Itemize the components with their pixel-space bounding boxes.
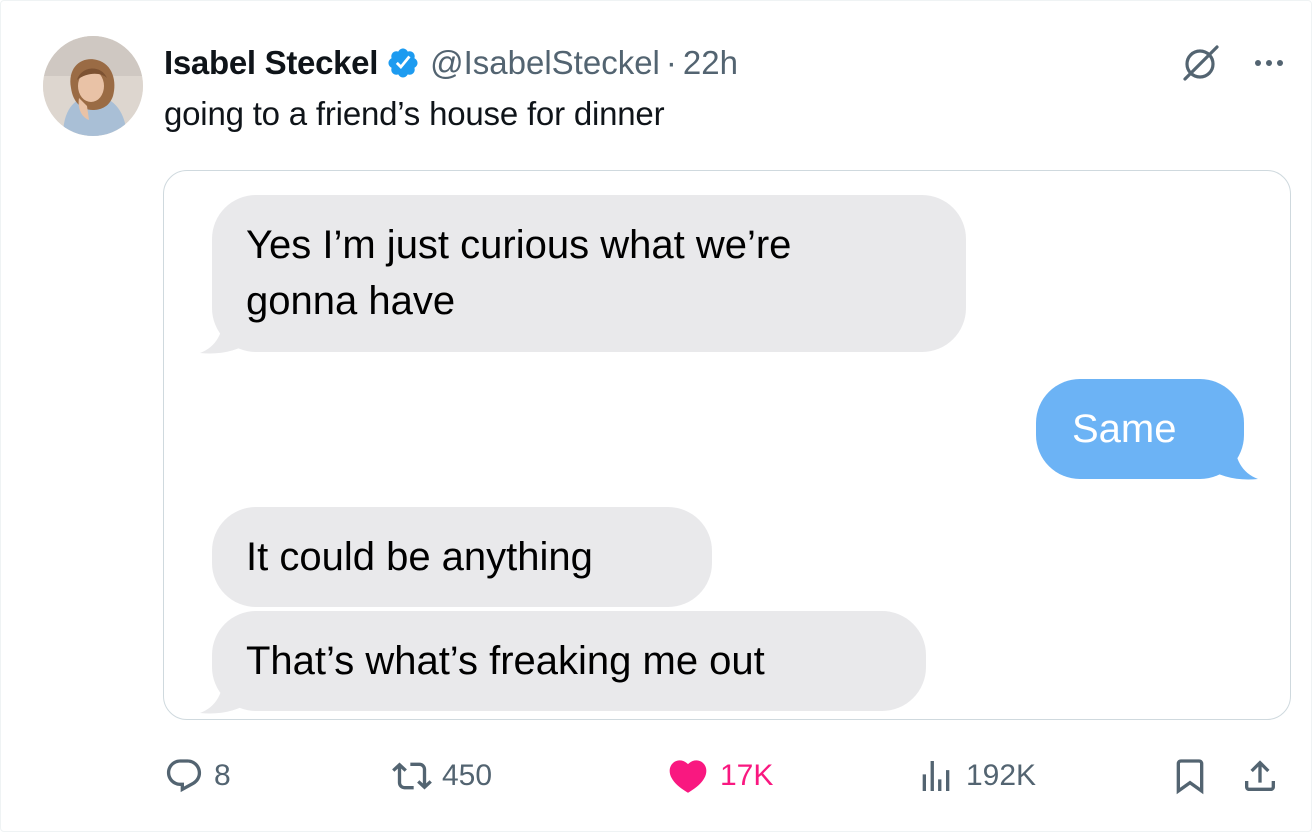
- handle[interactable]: @IsabelSteckel: [430, 44, 660, 82]
- message-bubble-received: Yes I’m just curious what we’re gonna ha…: [212, 195, 966, 352]
- reply-button[interactable]: 8: [164, 749, 231, 803]
- tweet-header: Isabel Steckel @IsabelSteckel · 22h: [164, 41, 738, 85]
- avatar[interactable]: [43, 36, 143, 136]
- verified-badge-icon[interactable]: [386, 46, 420, 80]
- views-icon: [922, 761, 950, 791]
- tweet-action-bar: 8 450 17K 192K: [164, 749, 1294, 803]
- tweet-top-actions: [1181, 43, 1291, 83]
- display-name[interactable]: Isabel Steckel: [164, 44, 378, 82]
- grok-icon[interactable]: [1181, 43, 1221, 83]
- message-line: gonna have: [246, 279, 456, 323]
- message-line: It could be anything: [246, 535, 593, 579]
- like-button[interactable]: 17K: [666, 749, 773, 803]
- tweet-media-screenshot[interactable]: Yes I’m just curious what we’re gonna ha…: [163, 170, 1291, 720]
- share-button[interactable]: [1240, 749, 1280, 803]
- tweet-text: going to a friend’s house for dinner: [164, 95, 665, 132]
- repost-count: 450: [442, 759, 493, 792]
- reply-icon: [166, 759, 202, 793]
- message-bubble-sent: Same: [1036, 379, 1244, 479]
- views-button[interactable]: 192K: [916, 749, 1036, 803]
- timestamp[interactable]: 22h: [683, 44, 738, 82]
- message-line: Yes I’m just curious what we’re: [246, 223, 792, 267]
- share-icon: [1245, 760, 1275, 791]
- message-bubble-received: It could be anything: [212, 507, 712, 607]
- bookmark-button[interactable]: [1170, 749, 1210, 803]
- like-count: 17K: [720, 759, 774, 792]
- bookmark-icon: [1176, 759, 1204, 795]
- views-count: 192K: [966, 759, 1037, 792]
- repost-button[interactable]: 450: [392, 749, 492, 803]
- message-line: Same: [1072, 407, 1177, 451]
- repost-icon: [392, 762, 432, 790]
- reply-count: 8: [214, 759, 231, 792]
- more-options-icon[interactable]: [1247, 43, 1291, 83]
- message-line: That’s what’s freaking me out: [246, 639, 765, 683]
- separator-dot: ·: [665, 44, 677, 81]
- message-bubble-received: That’s what’s freaking me out: [212, 611, 926, 711]
- tweet-card[interactable]: Isabel Steckel @IsabelSteckel · 22h goin…: [0, 0, 1312, 832]
- heart-icon: [669, 760, 707, 793]
